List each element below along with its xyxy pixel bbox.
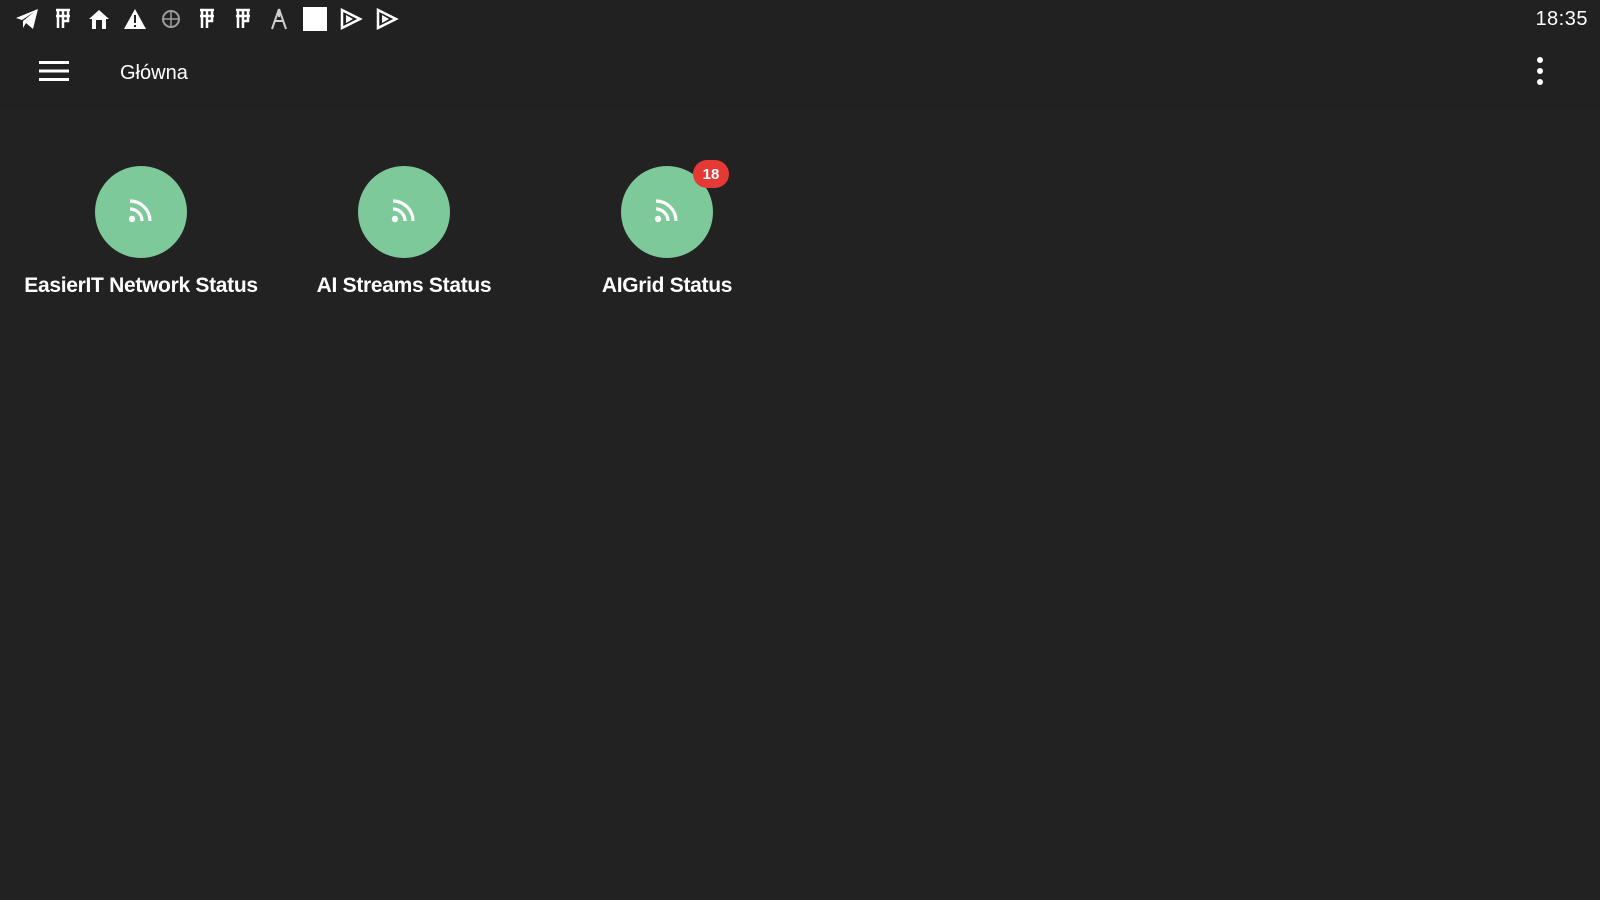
menu-button[interactable]	[34, 56, 74, 90]
rss-feed-icon	[389, 195, 419, 230]
play-icon	[338, 6, 364, 32]
warning-icon	[122, 6, 148, 32]
page-title: Główna	[120, 62, 188, 84]
hp-icon	[50, 6, 76, 32]
app-toolbar: Główna	[0, 38, 1600, 108]
notification-icons	[14, 6, 400, 32]
rss-feed-icon	[126, 195, 156, 230]
hp-icon	[230, 6, 256, 32]
status-clock: 18:35	[1535, 8, 1588, 30]
tower-icon	[266, 6, 292, 32]
telegram-icon	[14, 6, 40, 32]
feed-tile-easierit[interactable]: EasierIT Network Status	[9, 166, 273, 316]
home-icon	[86, 6, 112, 32]
globe-icon	[158, 6, 184, 32]
feed-avatar	[358, 166, 450, 258]
white-square-icon	[302, 6, 328, 32]
hamburger-menu-icon	[39, 59, 69, 88]
feed-tile-ai-streams[interactable]: AI Streams Status	[272, 166, 536, 316]
feed-avatar	[95, 166, 187, 258]
feed-tile-aigrid[interactable]: 18 AIGrid Status	[535, 160, 799, 316]
rss-feed-icon	[652, 195, 682, 230]
overflow-menu-button[interactable]	[1530, 54, 1550, 92]
feed-label: AI Streams Status	[316, 274, 492, 297]
feed-grid: EasierIT Network Status AI Streams Statu…	[0, 108, 1600, 900]
more-vertical-icon	[1536, 56, 1544, 91]
unread-count-badge: 18	[693, 160, 729, 188]
feed-label: EasierIT Network Status	[24, 274, 258, 297]
play-icon	[374, 6, 400, 32]
feed-label: AIGrid Status	[601, 274, 733, 297]
hp-icon	[194, 6, 220, 32]
status-bar: 18:35	[0, 0, 1600, 38]
